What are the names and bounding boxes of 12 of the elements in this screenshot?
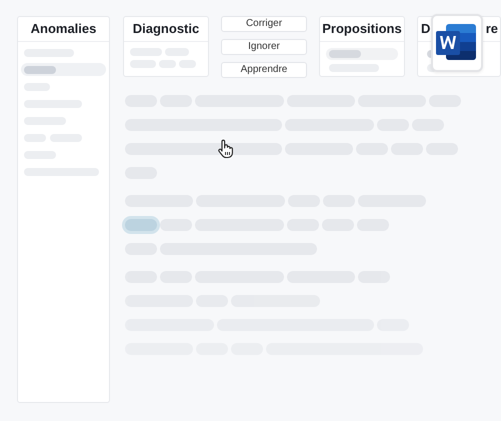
card-title: D [421, 20, 430, 38]
card-title: Diagnostic [124, 17, 208, 42]
action-button[interactable]: Ignorer [221, 39, 307, 55]
document-app-icon[interactable] [431, 14, 483, 72]
list-item[interactable] [21, 63, 106, 76]
card-title: re [486, 20, 498, 38]
card-title: Propositions [320, 17, 404, 42]
action-button[interactable]: Corriger [221, 16, 307, 32]
panel-title: Anomalies [18, 17, 109, 42]
hand-cursor-icon [217, 139, 235, 159]
suggestion-row[interactable] [326, 48, 398, 60]
action-button[interactable]: Apprendre [221, 62, 307, 78]
